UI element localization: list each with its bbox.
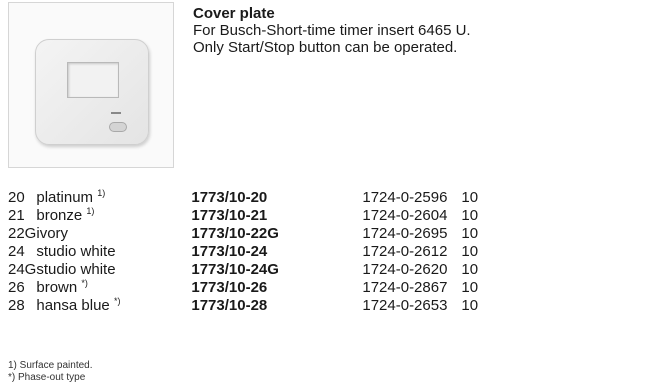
variant-code: 22G <box>8 225 37 242</box>
order-number-cell: 1773/10-24 <box>191 243 362 261</box>
description-line: For Busch-Short-time timer insert 6465 U… <box>193 22 471 39</box>
variant-code: 20 <box>8 189 25 206</box>
ean-number: 1724-0-2620 <box>362 261 448 278</box>
variant-code-cell: 28 <box>8 297 36 315</box>
table-row: 21 bronze 1) 1773/10-21 1724-0-2604 10 <box>8 207 478 225</box>
pack-quantity: 10 <box>461 297 479 314</box>
order-number-cell: 1773/10-22G <box>191 225 362 243</box>
pack-quantity: 10 <box>461 279 479 296</box>
order-number-cell: 1773/10-24G <box>191 261 362 279</box>
variant-code-cell: 26 <box>8 279 36 297</box>
variant-color-cell: platinum 1) <box>36 189 191 207</box>
pack-quantity: 10 <box>461 261 479 278</box>
description-line: Only Start/Stop button can be operated. <box>193 39 458 56</box>
variant-code-cell: 21 <box>8 207 36 225</box>
ean-number: 1724-0-2612 <box>362 243 448 260</box>
variant-color-cell: bronze 1) <box>36 207 191 225</box>
pack-quantity: 10 <box>461 243 479 260</box>
order-number: 1773/10-20 <box>191 189 268 206</box>
pack-quantity: 10 <box>461 225 479 242</box>
ean-number-cell: 1724-0-2596 <box>362 189 461 207</box>
pack-quantity-cell: 10 <box>461 279 478 297</box>
table-row: 24G studio white 1773/10-24G 1724-0-2620 10 <box>8 261 478 279</box>
start-stop-button-illustration <box>109 122 127 132</box>
order-number: 1773/10-24 <box>191 243 268 260</box>
variants-table: 20 platinum 1) 1773/10-20 1724-0-2596 10 21 br… <box>8 189 478 315</box>
order-number: 1773/10-21 <box>191 207 268 224</box>
pack-quantity-cell: 10 <box>461 243 478 261</box>
variant-color: studio white <box>36 243 116 260</box>
order-number: 1773/10-22G <box>191 225 279 242</box>
display-window <box>67 62 119 98</box>
pack-quantity-cell: 10 <box>461 225 478 243</box>
variant-code-cell: 24G <box>8 261 36 279</box>
footnote-marker: *) <box>81 278 88 288</box>
variant-color: brown <box>36 279 78 296</box>
ean-number-cell: 1724-0-2612 <box>362 243 461 261</box>
variant-code: 28 <box>8 297 25 314</box>
table-row: 20 platinum 1) 1773/10-20 1724-0-2596 10 <box>8 189 478 207</box>
ean-number: 1724-0-2867 <box>362 279 448 296</box>
footnote: *) Phase-out type <box>8 372 86 383</box>
ean-number-cell: 1724-0-2695 <box>362 225 461 243</box>
footnote-marker: *) <box>113 296 121 306</box>
table-row: 28 hansa blue *) 1773/10-28 1724-0-2653 10 <box>8 297 478 315</box>
order-number: 1773/10-28 <box>191 297 268 314</box>
ean-number-cell: 1724-0-2620 <box>362 261 461 279</box>
variant-color: ivory <box>36 225 69 242</box>
variant-code-cell: 22G <box>8 225 36 243</box>
order-number: 1773/10-26 <box>191 279 268 296</box>
pack-quantity: 10 <box>461 207 479 224</box>
ean-number-cell: 1724-0-2604 <box>362 207 461 225</box>
pack-quantity-cell: 10 <box>461 207 478 225</box>
variants-body: 20 platinum 1) 1773/10-20 1724-0-2596 10 21 br… <box>8 189 478 315</box>
variant-color-cell: brown *) <box>36 279 191 297</box>
variant-code: 24 <box>8 243 25 260</box>
variant-code: 26 <box>8 279 25 296</box>
pack-quantity-cell: 10 <box>461 189 478 207</box>
product-description: Cover plate For Busch-Short-time timer i… <box>193 5 471 56</box>
table-row: 26 brown *) 1773/10-26 1724-0-2867 10 <box>8 279 478 297</box>
footnote: 1) Surface painted. <box>8 360 93 371</box>
variant-code-cell: 24 <box>8 243 36 261</box>
order-number-cell: 1773/10-20 <box>191 189 362 207</box>
ean-number: 1724-0-2653 <box>362 297 448 314</box>
variant-code-cell: 20 <box>8 189 36 207</box>
order-number-cell: 1773/10-28 <box>191 297 362 315</box>
variant-code: 24G <box>8 261 37 278</box>
variant-color-cell: hansa blue *) <box>36 297 191 315</box>
order-number: 1773/10-24G <box>191 261 279 278</box>
variant-color: hansa blue <box>36 297 110 314</box>
ean-number-cell: 1724-0-2653 <box>362 297 461 315</box>
order-number-cell: 1773/10-26 <box>191 279 362 297</box>
variant-color: platinum <box>36 189 94 206</box>
footnote-marker: 1) <box>86 206 95 216</box>
ean-number-cell: 1724-0-2867 <box>362 279 461 297</box>
ean-number: 1724-0-2596 <box>362 189 448 206</box>
variant-color-cell: studio white <box>36 243 191 261</box>
variant-color: studio white <box>36 261 116 278</box>
pack-quantity-cell: 10 <box>461 261 478 279</box>
variant-code: 21 <box>8 207 25 224</box>
variant-color-cell: ivory <box>36 225 191 243</box>
footnotes: 1) Surface painted. *) Phase-out type <box>8 360 93 384</box>
table-row: 22G ivory 1773/10-22G 1724-0-2695 10 <box>8 225 478 243</box>
variant-color-cell: studio white <box>36 261 191 279</box>
ean-number: 1724-0-2695 <box>362 225 448 242</box>
pack-quantity-cell: 10 <box>461 297 478 315</box>
pack-quantity: 10 <box>461 189 479 206</box>
variant-color: bronze <box>36 207 83 224</box>
product-title: Cover plate <box>193 5 275 22</box>
product-image <box>8 2 174 168</box>
footnote-marker: 1) <box>97 188 106 198</box>
table-row: 24 studio white 1773/10-24 1724-0-2612 10 <box>8 243 478 261</box>
brand-mark <box>111 112 121 114</box>
cover-plate-illustration <box>35 39 149 145</box>
order-number-cell: 1773/10-21 <box>191 207 362 225</box>
ean-number: 1724-0-2604 <box>362 207 448 224</box>
